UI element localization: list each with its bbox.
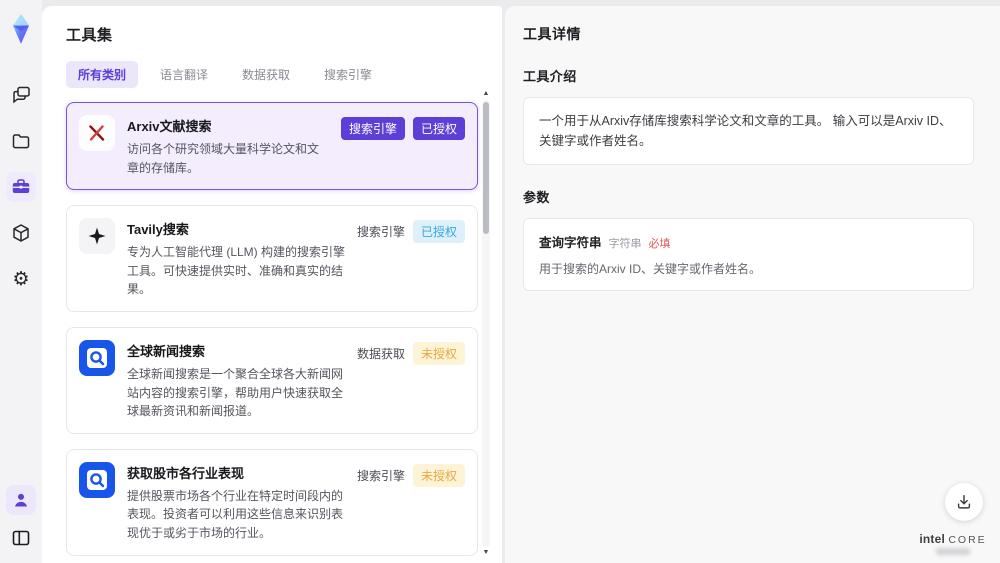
- auth-status-badge: 已授权: [412, 117, 465, 140]
- category-badge: 搜索引擎: [340, 117, 405, 140]
- brand-core: CORE: [948, 534, 987, 546]
- scrollbar-thumb[interactable]: [483, 102, 489, 234]
- scroll-up-icon[interactable]: ▲: [483, 90, 490, 98]
- sidebar-item-tools[interactable]: [6, 172, 36, 202]
- scrollbar-track[interactable]: [482, 100, 490, 547]
- intel-core-logo: intel CORE: [918, 532, 988, 555]
- tool-title: 获取股市各行业表现: [127, 465, 245, 481]
- user-icon: [11, 490, 31, 510]
- cube-icon: [10, 222, 32, 244]
- app-logo-icon: [6, 12, 36, 46]
- auth-status-badge: 已授权: [412, 220, 465, 244]
- blue-search-icon: [79, 461, 115, 498]
- tool-description: 专为人工智能代理 (LLM) 构建的搜索引擎工具。可快速提供实时、准确和真实的结…: [127, 245, 346, 297]
- tool-details-panel: 工具详情 工具介绍 一个用于从Arxiv存储库搜索科学论文和文章的工具。 输入可…: [505, 6, 1000, 563]
- panel-toggle-icon: [10, 527, 32, 549]
- params-heading: 参数: [523, 190, 550, 205]
- tab-translation[interactable]: 语言翻译: [148, 61, 220, 88]
- page-title: 工具集: [66, 27, 113, 44]
- sparkle-star-icon: [79, 218, 115, 255]
- tab-all-categories[interactable]: 所有类别: [66, 61, 139, 88]
- category-label: 搜索引擎: [356, 468, 405, 483]
- tool-title: 全球新闻搜索: [127, 343, 206, 359]
- sidebar-item-settings[interactable]: ⚙: [6, 264, 36, 294]
- tool-title: Tavily搜索: [127, 222, 189, 238]
- chat-icon: [10, 84, 32, 106]
- tool-card-sector-performance[interactable]: 获取股市各行业表现 提供股票市场各个行业在特定时间段内的表现。投资者可以利用这些…: [66, 448, 478, 556]
- sidebar-item-account[interactable]: [6, 485, 36, 515]
- tab-search-engine[interactable]: 搜索引擎: [312, 61, 384, 88]
- tab-data-fetch[interactable]: 数据获取: [230, 61, 302, 88]
- sidebar-item-collapse[interactable]: [6, 523, 36, 553]
- tool-card-global-news[interactable]: 全球新闻搜索 全球新闻搜索是一个聚合全球各大新闻网站内容的搜索引擎，帮助用户快速…: [66, 326, 478, 434]
- auth-status-badge: 未授权: [412, 463, 465, 487]
- tool-title: Arxiv文献搜索: [127, 119, 212, 134]
- tool-list: Arxiv文献搜索 访问各个研究领域大量科学论文和文章的存储库。 搜索引擎 已授…: [66, 102, 478, 563]
- scroll-down-icon[interactable]: ▼: [483, 549, 490, 557]
- tool-description: 提供股票市场各个行业在特定时间段内的表现。投资者可以利用这些信息来识别表现优于或…: [127, 488, 344, 540]
- brand-sub-blur: [936, 548, 970, 555]
- sidebar: ⚙: [0, 0, 42, 563]
- tool-description: 全球新闻搜索是一个聚合全球各大新闻网站内容的搜索引擎，帮助用户快速获取全球最新资…: [127, 366, 344, 419]
- sidebar-item-files[interactable]: [6, 126, 36, 156]
- tool-card-tavily[interactable]: Tavily搜索 专为人工智能代理 (LLM) 构建的搜索引擎工具。可快速提供实…: [66, 205, 478, 312]
- intro-box: 一个用于从Arxiv存储库搜索科学论文和文章的工具。 输入可以是Arxiv ID…: [523, 97, 974, 165]
- intro-text: 一个用于从Arxiv存储库搜索科学论文和文章的工具。 输入可以是Arxiv ID…: [539, 114, 952, 148]
- list-scrollbar[interactable]: ▲ ▼: [482, 90, 490, 557]
- category-label: 搜索引擎: [356, 225, 405, 240]
- download-icon: [955, 493, 973, 511]
- param-box: 查询字符串 字符串 必填 用于搜索的Arxiv ID、关键字或作者姓名。: [523, 218, 974, 291]
- param-required-badge: 必填: [648, 238, 671, 250]
- category-label: 数据获取: [356, 346, 405, 361]
- param-description: 用于搜索的Arxiv ID、关键字或作者姓名。: [539, 262, 762, 276]
- blue-search-icon: [79, 339, 115, 376]
- tools-panel: 工具集 所有类别 语言翻译 数据获取 搜索引擎 Arxiv文献搜索 访问各个研究…: [42, 6, 502, 563]
- brand-intel: intel: [919, 532, 945, 546]
- details-title: 工具详情: [523, 26, 581, 42]
- auth-status-badge: 未授权: [412, 341, 465, 365]
- tool-description: 访问各个研究领域大量科学论文和文章的存储库。: [127, 142, 320, 175]
- sidebar-item-models[interactable]: [6, 218, 36, 248]
- sidebar-item-chat[interactable]: [6, 80, 36, 110]
- intro-heading: 工具介绍: [523, 69, 577, 84]
- tool-card-arxiv[interactable]: Arxiv文献搜索 访问各个研究领域大量科学论文和文章的存储库。 搜索引擎 已授…: [66, 102, 478, 191]
- category-tabs: 所有类别 语言翻译 数据获取 搜索引擎: [66, 61, 502, 88]
- folder-icon: [10, 130, 32, 152]
- toolbox-icon: [10, 176, 32, 198]
- param-name: 查询字符串: [539, 236, 602, 250]
- param-type: 字符串: [608, 238, 642, 250]
- arxiv-x-icon: [79, 115, 115, 151]
- gear-icon: ⚙: [12, 267, 30, 290]
- download-button[interactable]: [945, 483, 983, 521]
